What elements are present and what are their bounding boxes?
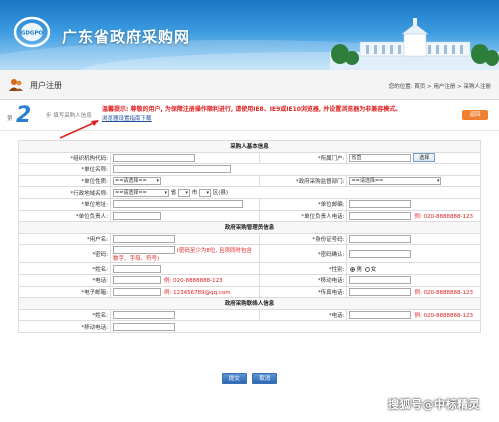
step-prefix: 第 — [7, 116, 13, 122]
section-basic-info: 采购人基本信息 — [18, 140, 481, 153]
unit-name-label: *单位名称: — [18, 163, 111, 176]
breadcrumb[interactable]: 您的位置: 首页 > 用户注册 > 采购人注册 — [389, 82, 491, 90]
leader-label: *单位负责人: — [18, 209, 111, 223]
phone-input[interactable] — [113, 276, 161, 285]
registration-form: 采购人基本信息 *组织机构代码: *所属门户: 省直 选择 *单位名称: *单位… — [18, 140, 481, 333]
fax-input[interactable] — [349, 288, 412, 297]
users-icon — [9, 79, 23, 91]
leader-phone-example: 例: 020-8888888-123 — [414, 213, 474, 220]
submit-button[interactable]: 提交 — [221, 373, 247, 384]
leader-phone-label: *单位负责人电话: — [259, 209, 348, 223]
gender-male-radio[interactable] — [350, 266, 356, 272]
region-select-button[interactable]: 选择 — [413, 153, 436, 163]
password-hint-2: 数字、字母、符号) — [113, 256, 160, 263]
gender-label: *性别: — [259, 262, 348, 275]
unit-type-label: *单位性质: — [18, 174, 111, 188]
mobile-input[interactable] — [349, 276, 412, 285]
mobile-label: *移动电话: — [259, 273, 348, 287]
section-contact-info: 政府采购联络人信息 — [18, 297, 481, 310]
province-suffix: 省 — [170, 190, 177, 197]
username-label: *用户名: — [18, 232, 111, 246]
cancel-button[interactable]: 取消 — [252, 373, 278, 384]
email-input[interactable] — [113, 288, 161, 297]
step-number: 2 — [16, 103, 32, 128]
site-title: 广东省政府采购网 — [62, 28, 191, 46]
leader-input[interactable] — [113, 211, 161, 220]
site-logo[interactable]: GDGPO — [12, 14, 52, 50]
step-label: 步 填写采购人信息 — [46, 111, 92, 119]
username-input[interactable] — [113, 235, 175, 244]
gender-male-label: 男 — [356, 266, 362, 273]
contact-name-input[interactable] — [113, 311, 175, 320]
admin-region-label: *行政地域名称: — [18, 186, 111, 199]
browser-notice: 温馨提示: 尊敬的用户, 为保障注册操作顺利进行, 请使用IE8、IE9或IE1… — [102, 106, 402, 113]
region-input[interactable]: 省直 — [349, 153, 412, 162]
contact-phone-input[interactable] — [349, 311, 412, 320]
contact-phone-example: 例: 020-8888888-123 — [414, 312, 474, 319]
confirm-label: *密码确认: — [259, 244, 348, 264]
org-code-label: *组织机构代码: — [18, 151, 111, 165]
district-suffix: 区(县) — [212, 190, 229, 197]
password-hint-1: (密码至少为8位, 且须同时包含 — [176, 247, 252, 254]
watermark: 搜狐号@中标精灵 — [388, 398, 480, 411]
id-input[interactable] — [349, 235, 412, 244]
confirm-input[interactable] — [349, 249, 412, 258]
contact-mobile-input[interactable] — [113, 322, 175, 331]
supervisor-label: *政府采购监督部门: — [259, 174, 348, 188]
password-input[interactable] — [113, 246, 175, 255]
gender-female-radio[interactable] — [364, 266, 370, 272]
form-actions: 提交 取消 — [0, 373, 499, 384]
postcode-input[interactable] — [349, 200, 412, 209]
email-label: *电子邮箱: — [18, 285, 111, 299]
step-label-text: 填写采购人信息 — [53, 113, 92, 119]
name-label: *姓名: — [18, 262, 111, 275]
leader-phone-input[interactable] — [349, 212, 412, 221]
fax-example: 例: 020-8888888-123 — [414, 289, 474, 296]
postcode-label: *单位邮编: — [259, 197, 348, 211]
contact-name-label: *姓名: — [18, 308, 111, 322]
region-label: *所属门户: — [259, 151, 348, 165]
unit-type-select[interactable]: ==请选择== — [113, 177, 161, 186]
page-title: 用户注册 — [30, 81, 62, 90]
city-select[interactable] — [178, 188, 191, 197]
phone-label: *电话: — [18, 273, 111, 287]
fax-label: *传真电话: — [259, 285, 348, 299]
supervisor-select[interactable]: ==请选择== — [349, 177, 442, 186]
org-code-input[interactable] — [113, 153, 195, 162]
building-illustration — [330, 18, 499, 70]
unit-name-input[interactable] — [113, 165, 231, 174]
email-example: 例: 123456789@qq.com — [164, 289, 231, 296]
phone-example: 例: 020-8888888-123 — [164, 277, 223, 284]
step-suffix: 步 — [46, 113, 52, 119]
city-suffix: 市 — [191, 190, 198, 197]
name-input[interactable] — [113, 264, 161, 273]
browser-guide-link[interactable]: 浏览器设置指南下载 — [102, 114, 152, 122]
contact-mobile-label: *移动电话: — [18, 320, 111, 333]
address-label: *单位地址: — [18, 197, 111, 211]
address-input[interactable] — [113, 200, 243, 209]
logo-text: GDGPO — [21, 31, 44, 37]
id-label: *身份证号码: — [259, 232, 348, 246]
password-label: *密码: — [18, 244, 111, 264]
gender-female-label: 女 — [370, 266, 377, 273]
section-admin-info: 政府采购管理员信息 — [18, 221, 481, 234]
back-button[interactable]: 返回 — [462, 110, 488, 120]
district-select[interactable] — [199, 188, 212, 197]
province-select[interactable]: ==请选择== — [113, 188, 169, 197]
contact-phone-label: *电话: — [259, 308, 348, 322]
